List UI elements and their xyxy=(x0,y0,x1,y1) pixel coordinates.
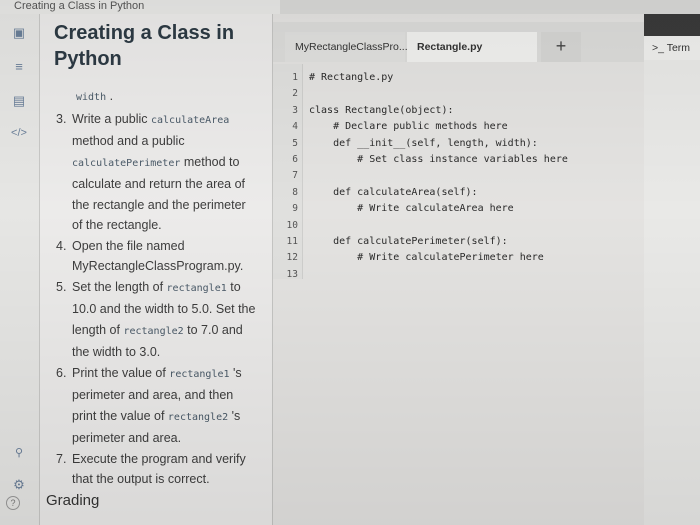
code-line: # Set class instance variables here xyxy=(309,154,568,165)
code-line: class Rectangle(object): xyxy=(309,104,454,116)
help-icon[interactable]: ? xyxy=(6,496,20,510)
line-number: 9 xyxy=(292,203,298,215)
line-number: 7 xyxy=(292,170,298,182)
instructions-panel: Creating a Class in Python width . 3. Wr… xyxy=(40,14,272,525)
book-icon[interactable]: ▣ xyxy=(10,24,28,42)
line-number: 6 xyxy=(292,154,298,165)
tab-bar: MyRectangleClassPro... Rectangle.py + xyxy=(273,22,645,62)
window-title: Creating a Class in Python xyxy=(0,0,280,14)
code-line: # Write calculateArea here xyxy=(309,203,514,215)
line-number: 8 xyxy=(292,186,298,198)
code-line: def calculateArea(self): xyxy=(309,186,478,198)
list-icon[interactable]: ≡ xyxy=(10,58,28,76)
settings-icon[interactable]: ⚙ xyxy=(10,476,28,494)
line-number: 12 xyxy=(286,252,298,264)
title-line-2: Python xyxy=(54,48,122,70)
step-7: 7. Execute the program and verify that t… xyxy=(56,451,246,487)
title-line-1: Creating a Class in xyxy=(54,22,235,44)
share-icon[interactable]: ⚲ xyxy=(10,444,28,462)
page-title: Creating a Class in Python xyxy=(54,20,264,72)
line-number-gutter: 1 2 3 4 5 6 7 8 9 10 11 12 13 xyxy=(273,64,303,280)
line-number: 2 xyxy=(292,88,298,100)
code-line: # Write calculatePerimeter here xyxy=(309,252,544,264)
tab-rectangle-py[interactable]: Rectangle.py xyxy=(407,32,537,62)
width-code: width xyxy=(76,92,107,103)
line-number: 5 xyxy=(292,137,298,149)
terminal-tab[interactable]: >_ Term xyxy=(644,36,700,60)
step-6: 6. Print the value of rectangle1 's peri… xyxy=(56,365,242,446)
screen: Creating a Class in Python ▣ ≡ ▤ </> ⚲ ⚙… xyxy=(0,0,700,525)
step-4: 4. Open the file named MyRectangleClassP… xyxy=(56,238,244,274)
editor-area: MyRectangleClassPro... Rectangle.py + 12… xyxy=(272,14,645,525)
code-line: def calculatePerimeter(self): xyxy=(309,236,508,247)
code-icon[interactable]: </> xyxy=(10,124,28,142)
tab-myrectangleclassprogram[interactable]: MyRectangleClassPro... xyxy=(285,32,408,62)
code-line: def __init__(self, length, width): xyxy=(309,137,538,149)
chart-icon[interactable]: ▤ xyxy=(10,92,28,110)
grading-heading[interactable]: Grading xyxy=(46,492,99,509)
step-3: 3. Write a public calculateArea method a… xyxy=(56,111,246,233)
line-number: 10 xyxy=(286,219,298,231)
line-number: 13 xyxy=(286,268,298,280)
line-number: 11 xyxy=(286,236,298,247)
terminal-panel: >_ Term xyxy=(644,14,700,525)
terminal-body[interactable] xyxy=(644,60,700,525)
line-number: 4 xyxy=(292,121,298,133)
line-number: 1 xyxy=(292,72,298,83)
code-line: # Declare public methods here xyxy=(309,121,508,133)
add-tab-button[interactable]: + xyxy=(541,32,581,62)
line-number: 3 xyxy=(292,104,298,116)
sidebar-rail: ▣ ≡ ▤ </> ⚲ ⚙ xyxy=(0,14,40,525)
step-5: 5. Set the length of rectangle1 to 10.0 … xyxy=(56,279,256,360)
code-line: # Rectangle.py xyxy=(309,72,394,83)
instruction-steps: width . 3. Write a public calculateArea … xyxy=(54,86,269,490)
width-continuation: width . xyxy=(76,89,114,103)
